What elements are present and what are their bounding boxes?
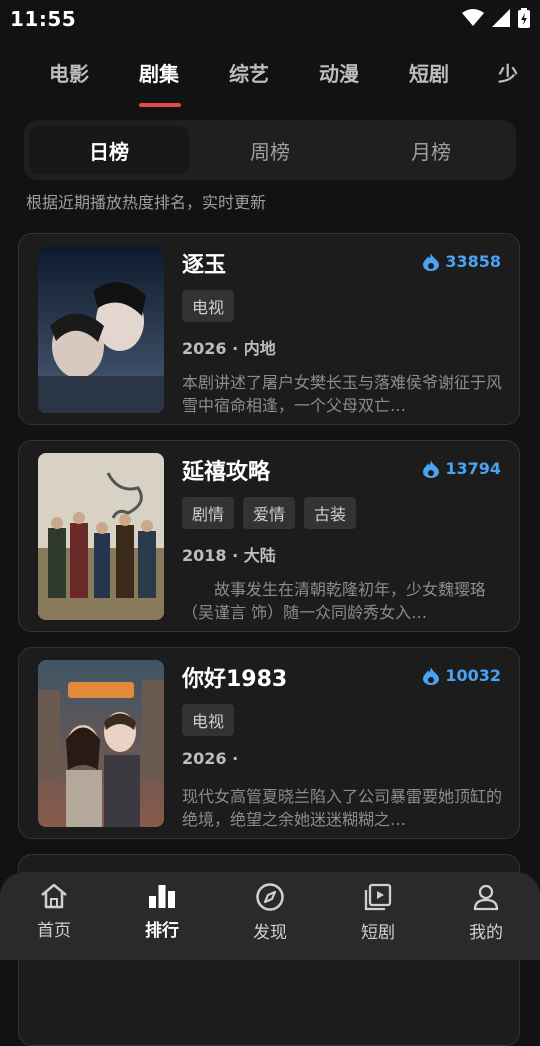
flame-icon (423, 252, 440, 271)
item-title: 延禧攻略 (182, 460, 271, 485)
item-title: 逐玉 (182, 253, 227, 278)
segment-monthly[interactable]: 月榜 (351, 126, 511, 174)
item-description: 故事发生在清朝乾隆初年，少女魏璎珞（吴谨言 饰）随一众同龄秀女入… (182, 580, 487, 622)
signal-icon (492, 9, 510, 27)
tag-list: 电视 (182, 704, 235, 736)
tab-short-drama[interactable]: 短剧 (409, 58, 449, 87)
category-tabs: 电影 剧集 综艺 动漫 短剧 少 (0, 50, 540, 110)
ranking-subtitle: 根据近期播放热度排名，实时更新 (26, 193, 267, 212)
nav-profile[interactable]: 我的 (446, 882, 526, 943)
genre-tag: 电视 (182, 290, 235, 322)
item-meta: 2018 · 大陆 (182, 546, 276, 565)
battery-icon (518, 8, 530, 28)
genre-tag: 电视 (182, 704, 235, 736)
heat-score: 10032 (423, 666, 501, 685)
genre-tag: 剧情 (182, 497, 235, 529)
video-icon (364, 883, 392, 911)
item-meta: 2026 · (182, 749, 239, 768)
genre-tag: 古装 (304, 497, 357, 529)
poster-image (38, 246, 164, 413)
ranking-segment: 日榜 周榜 月榜 (24, 120, 516, 180)
segment-daily[interactable]: 日榜 (29, 126, 189, 174)
flame-icon (423, 459, 440, 478)
heat-value: 33858 (445, 252, 501, 271)
nav-label: 首页 (37, 921, 71, 941)
list-item[interactable]: 你好1983 10032 电视 2026 · 现代女高管夏晓兰陷入了公司暴雷要她… (18, 647, 520, 839)
poster-image (38, 453, 164, 620)
list-item[interactable]: 延禧攻略 13794 剧情 爱情 古装 2018 · 大陆 故事发生在清朝乾隆初… (18, 440, 520, 632)
item-meta: 2026 · 内地 (182, 339, 276, 358)
home-icon (41, 883, 67, 909)
status-bar: 11:55 (0, 0, 540, 36)
nav-ranking[interactable]: 排行 (122, 882, 202, 941)
poster-image (38, 660, 164, 827)
tab-series[interactable]: 剧集 (139, 58, 179, 87)
nav-label: 发现 (253, 923, 287, 943)
wifi-icon (462, 9, 484, 26)
compass-icon (256, 883, 284, 911)
status-time: 11:55 (10, 7, 77, 31)
bottom-nav: 首页 排行 发现 短剧 我的 (0, 872, 540, 960)
item-description: 现代女高管夏晓兰陷入了公司暴雷要她顶缸的绝境，绝望之余她迷迷糊糊之… (182, 787, 502, 829)
user-icon (473, 884, 499, 911)
segment-weekly[interactable]: 周榜 (190, 126, 350, 174)
heat-value: 10032 (445, 666, 501, 685)
list-item[interactable]: 逐玉 33858 电视 2026 · 内地 本剧讲述了屠户女樊长玉与落难侯爷谢征… (18, 233, 520, 425)
nav-label: 短剧 (361, 923, 395, 943)
nav-short-drama[interactable]: 短剧 (338, 882, 418, 943)
genre-tag: 爱情 (243, 497, 296, 529)
status-icons (462, 8, 530, 28)
ranking-icon (149, 885, 175, 908)
active-tab-indicator (139, 103, 181, 107)
tab-anime[interactable]: 动漫 (319, 58, 359, 87)
nav-label: 我的 (469, 923, 503, 943)
heat-value: 13794 (445, 459, 501, 478)
tab-variety[interactable]: 综艺 (229, 58, 269, 87)
nav-home[interactable]: 首页 (14, 882, 94, 941)
heat-score: 33858 (423, 252, 501, 271)
tab-movies[interactable]: 电影 (49, 58, 89, 87)
flame-icon (423, 666, 440, 685)
tab-kids[interactable]: 少 (498, 58, 518, 87)
nav-discover[interactable]: 发现 (230, 882, 310, 943)
item-title: 你好1983 (182, 667, 288, 692)
nav-label: 排行 (145, 921, 179, 941)
tag-list: 剧情 爱情 古装 (182, 497, 357, 529)
heat-score: 13794 (423, 459, 501, 478)
tag-list: 电视 (182, 290, 235, 322)
item-description: 本剧讲述了屠户女樊长玉与落难侯爷谢征于风雪中宿命相逢，一个父母双亡… (182, 373, 502, 415)
